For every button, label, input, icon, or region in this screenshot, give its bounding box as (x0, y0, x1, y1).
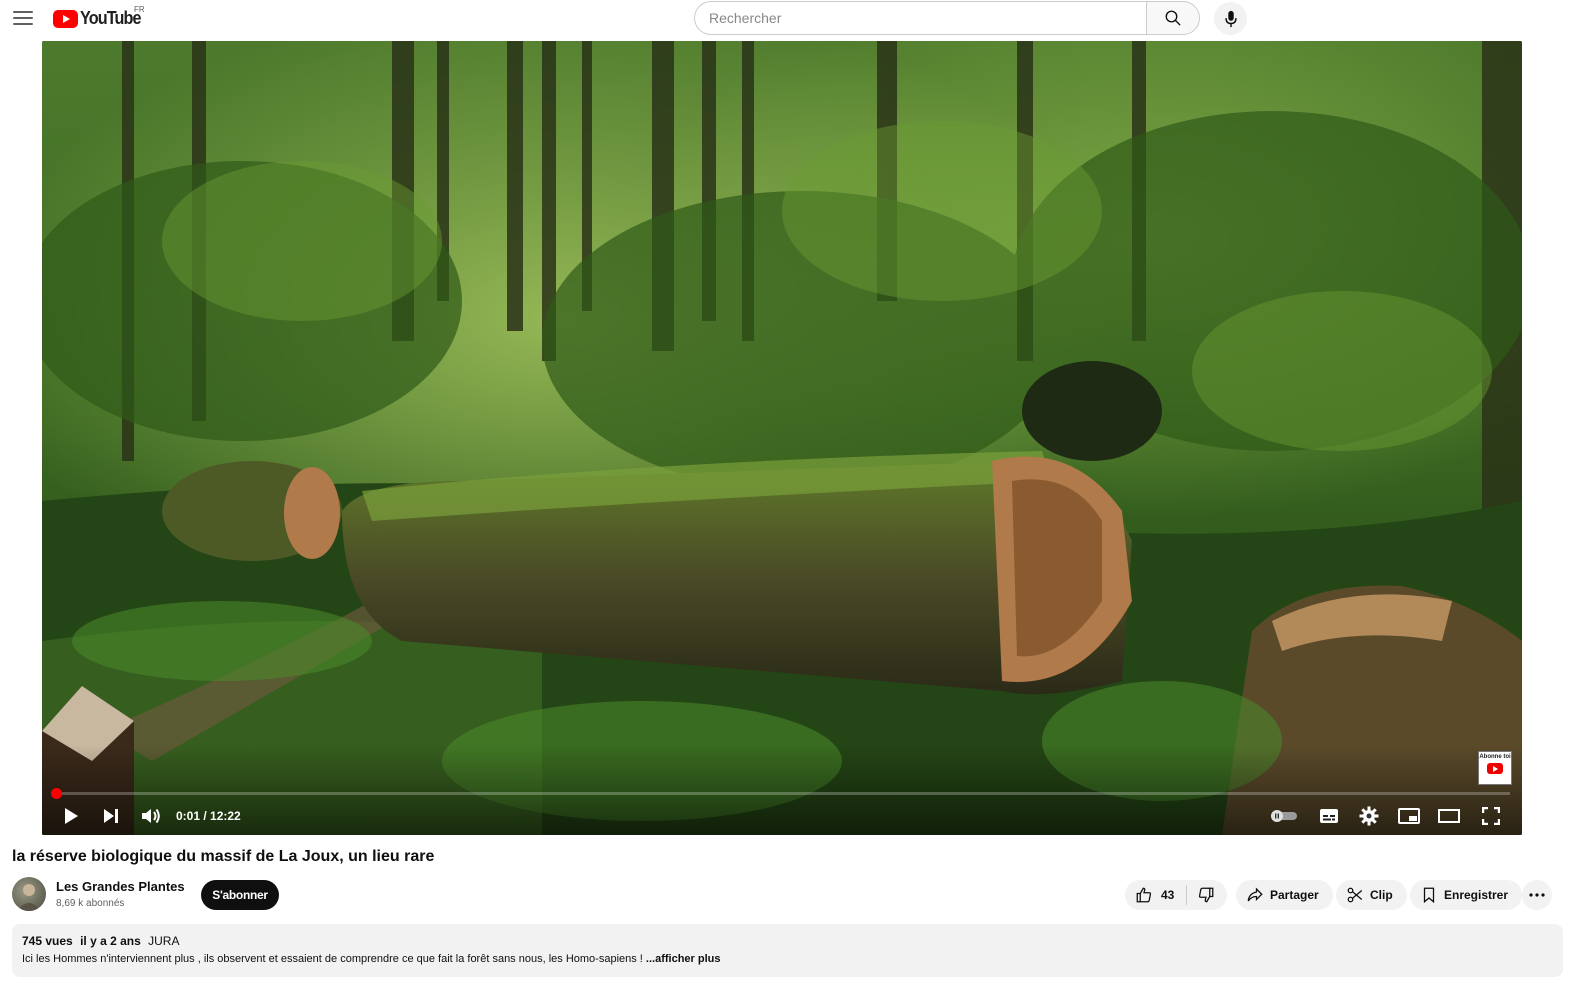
voice-search-button[interactable] (1214, 2, 1247, 35)
volume-button[interactable] (138, 803, 164, 829)
upload-date: il y a 2 ans (80, 934, 141, 948)
settings-button[interactable] (1356, 803, 1382, 829)
subtitles-icon (1320, 809, 1338, 823)
youtube-play-icon (53, 9, 78, 28)
video-player[interactable]: Abonne toi 0:01 / 12:22 (42, 41, 1522, 835)
bookmark-icon (1423, 887, 1435, 904)
show-more-link[interactable]: ...afficher plus (646, 953, 721, 965)
clip-button[interactable]: Clip (1336, 880, 1407, 910)
next-button[interactable] (98, 803, 124, 829)
country-code: FR (134, 5, 145, 14)
description-body: Ici les Hommes n'interviennent plus , il… (22, 953, 643, 965)
avatar-image (17, 884, 41, 911)
save-button[interactable]: Enregistrer (1410, 880, 1523, 910)
search-input[interactable]: Rechercher (694, 1, 1148, 35)
video-title: la réserve biologique du massif de La Jo… (12, 848, 435, 865)
more-horizontal-icon (1529, 893, 1545, 897)
subscriber-count: 8,69 k abonnés (56, 898, 125, 909)
view-count: 745 vues (22, 934, 73, 948)
fullscreen-icon (1482, 807, 1500, 825)
scissors-icon (1347, 887, 1363, 903)
share-button[interactable]: Partager (1236, 880, 1333, 910)
time-display: 0:01 / 12:22 (176, 809, 241, 823)
next-icon (104, 809, 118, 823)
share-label: Partager (1270, 888, 1319, 902)
thumbs-up-icon (1136, 887, 1152, 903)
autoplay-toggle-icon (1271, 810, 1297, 822)
theater-mode-button[interactable] (1436, 803, 1462, 829)
gear-icon (1359, 806, 1379, 826)
dislike-button[interactable] (1187, 880, 1227, 910)
video-frame-forest (42, 41, 1522, 835)
controls-gradient (42, 745, 1522, 835)
like-button[interactable]: 43 (1125, 880, 1186, 910)
masthead: YouTube FR Rechercher (0, 0, 1585, 38)
scrubber-handle[interactable] (51, 788, 63, 799)
clip-label: Clip (1370, 888, 1393, 902)
miniplayer-button[interactable] (1396, 803, 1422, 829)
description-meta: 745 vues il y a 2 ans JURA (22, 934, 1553, 948)
subscribe-button[interactable]: S'abonner (201, 880, 279, 910)
menu-icon[interactable] (12, 8, 34, 28)
watermark-text: Abonne toi (1479, 754, 1511, 760)
share-icon (1247, 887, 1263, 902)
youtube-mini-icon (1487, 763, 1503, 774)
description-text: Ici les Hommes n'interviennent plus , il… (22, 953, 1553, 965)
logo-text: YouTube (80, 8, 141, 28)
subtitles-button[interactable] (1316, 803, 1342, 829)
progress-bar[interactable] (51, 788, 1510, 799)
play-button[interactable] (58, 803, 84, 829)
theater-mode-icon (1438, 809, 1460, 823)
channel-name[interactable]: Les Grandes Plantes (56, 879, 185, 894)
like-dislike-group: 43 (1125, 880, 1228, 910)
save-label: Enregistrer (1444, 888, 1509, 902)
search-button[interactable] (1146, 1, 1200, 35)
volume-icon (142, 808, 160, 824)
like-count: 43 (1161, 888, 1175, 902)
more-actions-button[interactable] (1522, 880, 1552, 910)
autoplay-toggle[interactable] (1268, 803, 1300, 829)
play-icon (65, 808, 78, 824)
description-box[interactable]: 745 vues il y a 2 ans JURA Ici les Homme… (12, 924, 1563, 977)
subscribe-watermark[interactable]: Abonne toi (1478, 751, 1512, 785)
miniplayer-icon (1398, 808, 1420, 824)
hashtag[interactable]: JURA (148, 934, 179, 948)
fullscreen-button[interactable] (1478, 803, 1504, 829)
search-icon (1165, 10, 1181, 26)
thumbs-down-icon (1199, 887, 1214, 903)
microphone-icon (1224, 10, 1237, 27)
channel-avatar[interactable] (12, 877, 46, 911)
